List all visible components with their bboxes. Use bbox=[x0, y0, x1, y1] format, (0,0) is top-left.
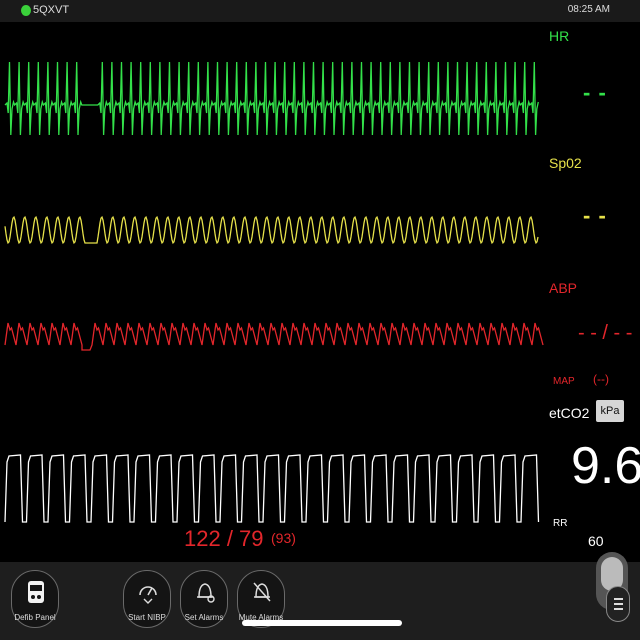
menu-icon-line bbox=[614, 608, 623, 610]
nibp-gauge-icon bbox=[139, 586, 157, 604]
bell-settings-icon bbox=[197, 583, 215, 603]
etco2-label: etCO2 bbox=[549, 405, 590, 421]
device-name: 5QXVT bbox=[33, 4, 70, 16]
bell-muted-icon bbox=[253, 582, 271, 602]
spo2-label: Sp02 bbox=[549, 155, 582, 171]
hr-value: - - bbox=[583, 80, 607, 105]
set-alarms-button[interactable]: Set Alarms bbox=[180, 570, 228, 628]
clock: 08:25 AM bbox=[567, 4, 610, 15]
abp-value: - - / - - bbox=[578, 322, 633, 344]
menu-icon-line bbox=[614, 603, 623, 605]
rr-value: 60 bbox=[588, 533, 604, 549]
co2-waveform bbox=[4, 454, 540, 523]
rr-label: RR bbox=[553, 518, 568, 529]
co2-unit-button[interactable]: kPa bbox=[596, 400, 624, 422]
spo2-value: - - bbox=[583, 203, 607, 228]
defib-panel-label: Defib Panel bbox=[14, 613, 56, 622]
hr-label: HR bbox=[549, 28, 570, 44]
start-nibp-button[interactable]: Start NIBP bbox=[123, 570, 171, 628]
nibp-reading: 122 / 79 bbox=[184, 526, 264, 551]
home-indicator[interactable] bbox=[242, 620, 402, 626]
set-alarms-label: Set Alarms bbox=[184, 613, 224, 622]
menu-button[interactable] bbox=[606, 586, 630, 622]
menu-icon-line bbox=[614, 598, 623, 600]
status-bar: 5QXVT 08:25 AM bbox=[0, 0, 640, 22]
hr-waveform bbox=[4, 61, 539, 136]
defib-icon bbox=[28, 581, 44, 603]
abp-waveform bbox=[4, 322, 544, 351]
connection-status-icon bbox=[21, 5, 31, 16]
abp-label: ABP bbox=[549, 280, 578, 296]
defib-panel-button[interactable]: Defib Panel bbox=[11, 570, 59, 628]
map-label: MAP bbox=[553, 376, 575, 387]
bottom-toolbar bbox=[0, 562, 640, 640]
etco2-value: 9.6 bbox=[571, 437, 640, 495]
spo2-waveform bbox=[4, 215, 539, 245]
map-value: (--) bbox=[593, 372, 609, 386]
start-nibp-label: Start NIBP bbox=[128, 613, 166, 622]
nibp-mean: (93) bbox=[271, 530, 296, 546]
